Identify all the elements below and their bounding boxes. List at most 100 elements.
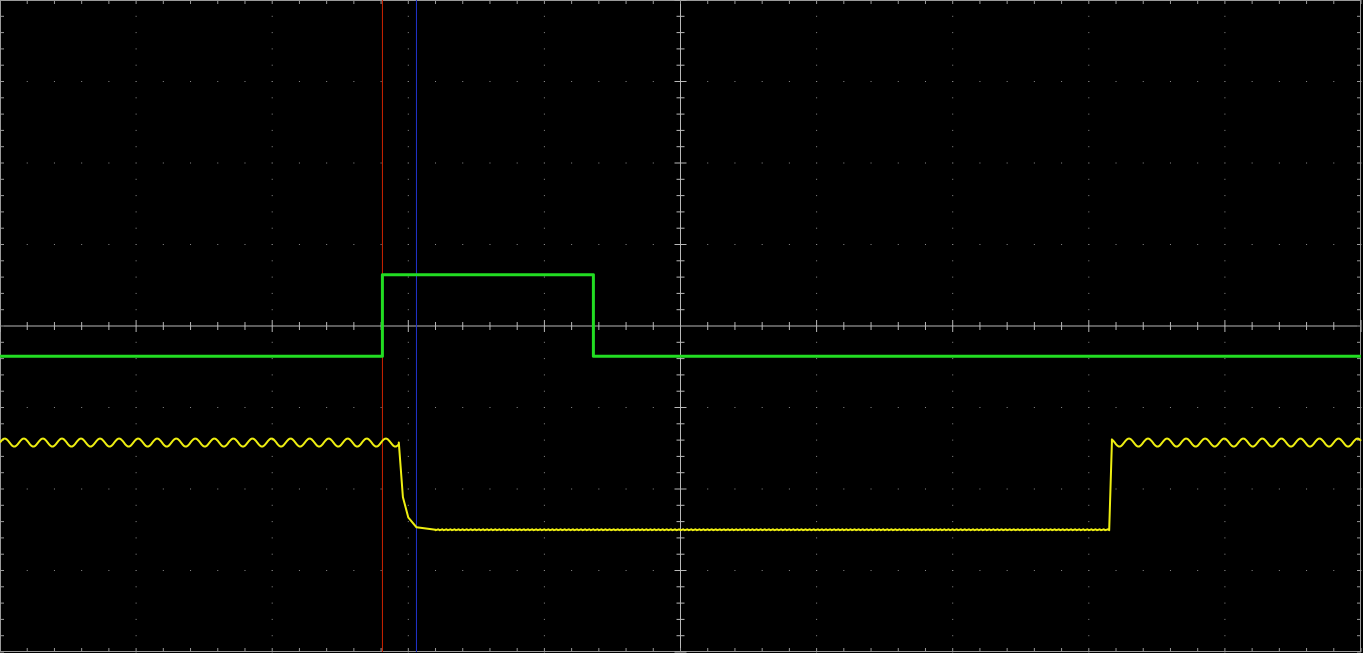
grid-dot (271, 32, 273, 34)
grid-dot (816, 146, 818, 148)
grid-dot (788, 162, 790, 164)
grid-dot (1006, 162, 1008, 164)
grid-dot (816, 407, 818, 408)
grid-dot (53, 570, 55, 571)
grid-dot (1251, 81, 1253, 82)
grid-dot (1088, 521, 1090, 523)
grid-dot (897, 488, 899, 490)
grid-dot (1088, 162, 1090, 164)
grid-dot (625, 570, 627, 571)
grid-dot (979, 407, 981, 408)
grid-dot (1224, 15, 1226, 17)
grid-dot (1006, 407, 1008, 408)
grid-dot (1224, 64, 1226, 66)
grid-dot (1251, 162, 1253, 164)
grid-dot (543, 504, 545, 506)
grid-dot (1006, 488, 1008, 490)
grid-dot (407, 162, 409, 164)
grid-dot (135, 618, 137, 620)
grid-dot (1278, 488, 1280, 490)
grid-dot (135, 341, 137, 343)
grid-dot (952, 521, 954, 523)
grid-dot (135, 113, 137, 115)
grid-dot (788, 570, 790, 571)
grid-dot (462, 162, 464, 164)
grid-dot (734, 162, 736, 164)
grid-dot (1061, 81, 1063, 82)
grid-dot (108, 81, 110, 82)
grid-dot (816, 618, 818, 620)
grid-dot (407, 537, 409, 539)
grid-dot (135, 309, 137, 311)
grid-dot (407, 113, 409, 115)
grid-dot (135, 97, 137, 99)
grid-dot (543, 32, 545, 34)
grid-dot (244, 81, 246, 82)
grid-dot (135, 521, 137, 523)
grid-dot (1061, 244, 1063, 245)
grid-dot (108, 570, 110, 571)
grid-dot (979, 488, 981, 490)
grid-dot (816, 129, 818, 131)
grid-dot (816, 48, 818, 50)
grid-dot (598, 407, 600, 408)
grid-dot (761, 570, 763, 571)
grid-dot (135, 358, 137, 360)
grid-dot (924, 162, 926, 164)
grid-dot (952, 276, 954, 278)
grid-dot (1061, 570, 1063, 571)
grid-dot (516, 407, 518, 408)
grid-dot (952, 260, 954, 262)
grid-dot (1306, 488, 1308, 490)
grid-dot (135, 570, 137, 571)
grid-dot (271, 423, 273, 425)
grid-dot (1333, 488, 1335, 490)
grid-dot (952, 602, 954, 604)
grid-dot (271, 276, 273, 278)
grid-dot (598, 81, 600, 82)
grid-dot (407, 178, 409, 180)
grid-dot (734, 570, 736, 571)
grid-dot (1033, 81, 1035, 82)
grid-dot (217, 407, 219, 408)
grid-dot (788, 244, 790, 245)
grid-dot (190, 488, 192, 490)
grid-dot (924, 407, 926, 408)
grid-dot (244, 570, 246, 571)
grid-dot (897, 162, 899, 164)
grid-dot (952, 162, 954, 164)
grid-dot (1088, 602, 1090, 604)
grid-dot (380, 407, 382, 408)
grid-dot (816, 586, 818, 588)
grid-dot (652, 162, 654, 164)
grid-dot (543, 244, 545, 245)
grid-dot (489, 488, 491, 490)
grid-dot (326, 81, 328, 82)
grid-dot (407, 211, 409, 213)
grid-dot (81, 244, 83, 245)
grid-dot (543, 374, 545, 376)
grid-dot (952, 244, 954, 245)
grid-dot (435, 162, 437, 164)
grid-dot (816, 374, 818, 376)
grid-dot (1006, 81, 1008, 82)
grid-dot (952, 455, 954, 457)
grid-dot (1061, 407, 1063, 408)
grid-dot (1169, 162, 1171, 164)
grid-dot (271, 407, 273, 408)
grid-dot (1224, 504, 1226, 506)
grid-dot (870, 488, 872, 490)
grid-dot (326, 162, 328, 164)
grid-dot (135, 276, 137, 278)
grid-dot (407, 292, 409, 294)
grid-dot (81, 488, 83, 490)
grid-dot (407, 129, 409, 131)
grid-dot (543, 276, 545, 278)
grid-dot (979, 81, 981, 82)
grid-dot (1033, 162, 1035, 164)
grid-dot (952, 439, 954, 441)
grid-dot (407, 260, 409, 262)
grid-dot (543, 553, 545, 555)
grid-dot (952, 504, 954, 506)
grid-dot (135, 64, 137, 66)
